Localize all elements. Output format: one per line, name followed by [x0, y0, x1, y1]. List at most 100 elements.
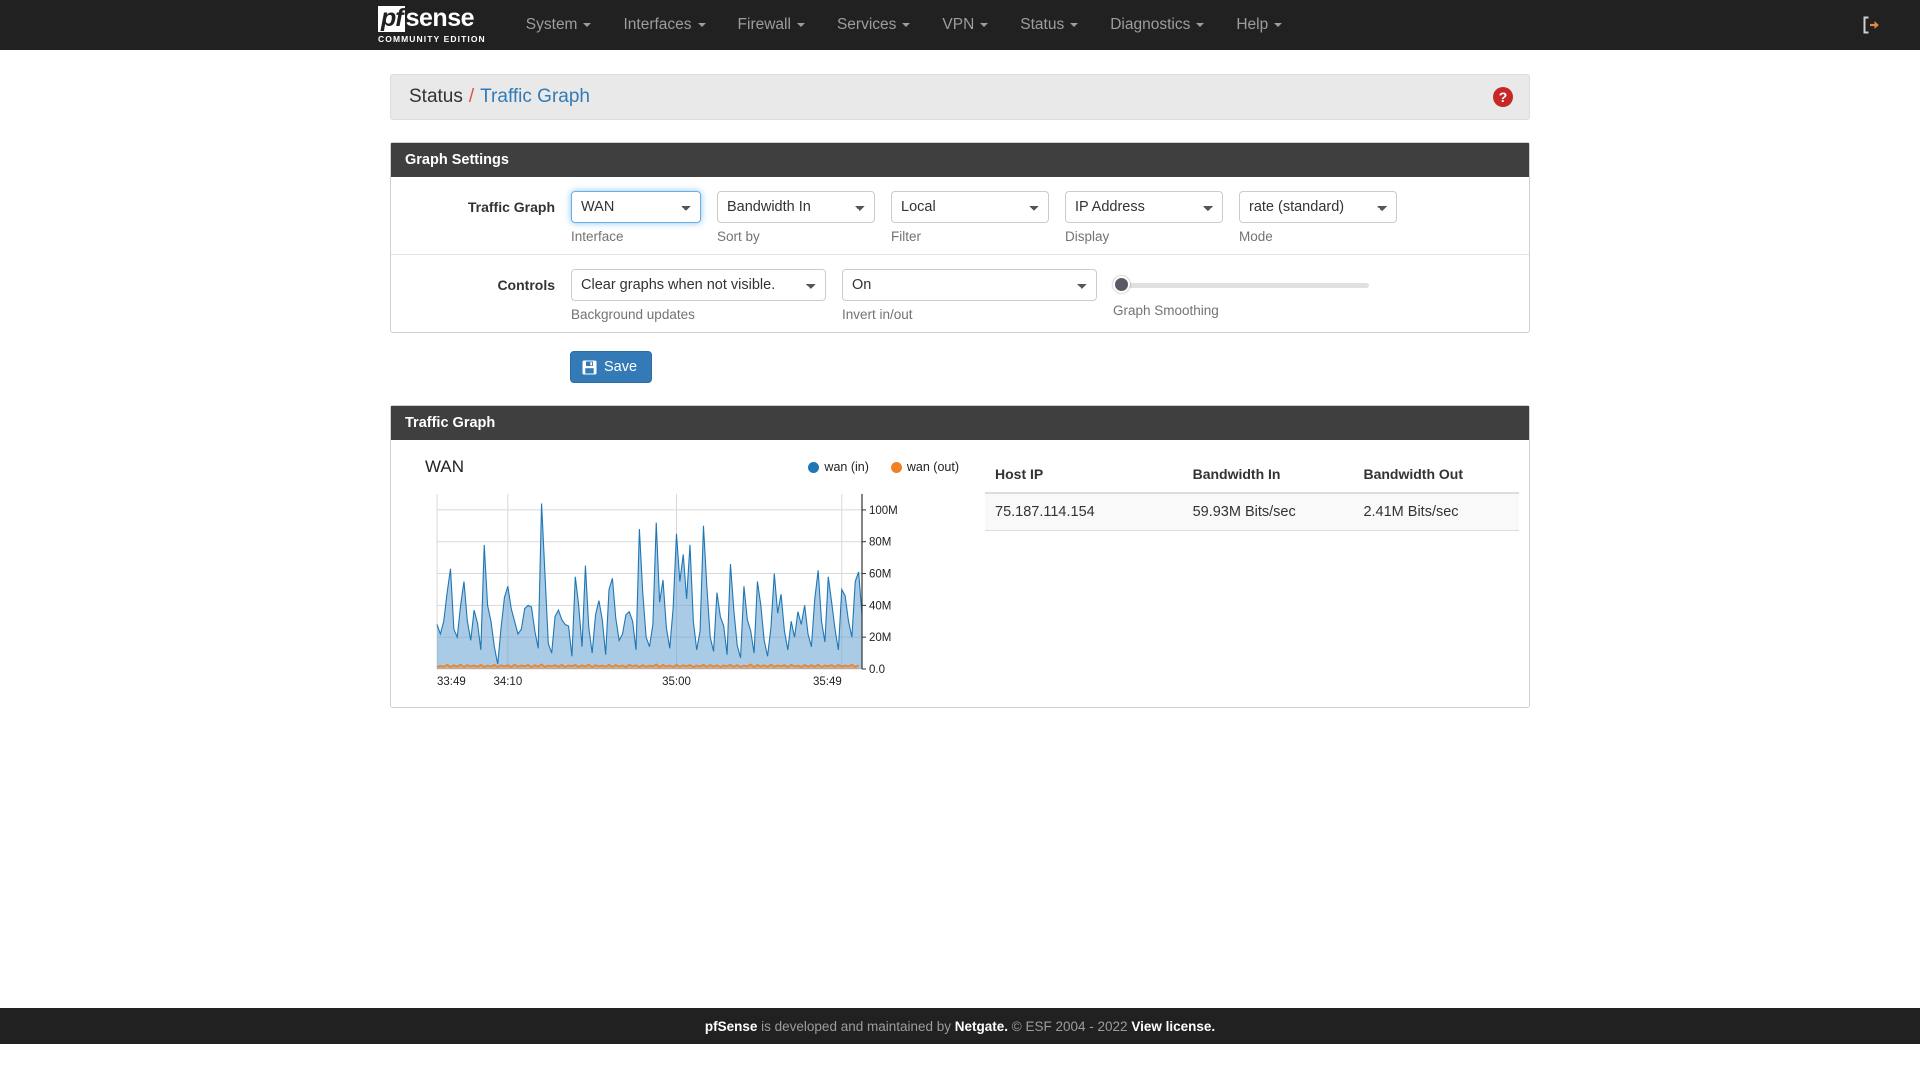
column-header-host-ip: Host IP	[985, 460, 1183, 494]
nav-label: Diagnostics	[1110, 16, 1191, 33]
graph-settings-heading: Graph Settings	[391, 143, 1529, 177]
nav-item-interfaces[interactable]: Interfaces	[607, 0, 721, 50]
nav-item-help[interactable]: Help	[1220, 0, 1298, 50]
traffic-graph-panel: Traffic Graph WAN wan (in) wan (out) 0.0…	[390, 405, 1530, 708]
svg-text:20M: 20M	[869, 632, 891, 644]
traffic-graph-heading: Traffic Graph	[391, 406, 1529, 440]
invert-in-out-help-label: Invert in/out	[842, 307, 913, 322]
breadcrumb-root: Status	[409, 86, 463, 107]
svg-text:35:49: 35:49	[813, 676, 842, 688]
table-header-row: Host IP Bandwidth In Bandwidth Out	[985, 460, 1519, 494]
nav-item-diagnostics[interactable]: Diagnostics	[1094, 0, 1220, 50]
traffic-graph-row-label: Traffic Graph	[467, 199, 555, 215]
sign-out-icon[interactable]	[1852, 14, 1890, 36]
filter-help-label: Filter	[891, 229, 921, 244]
pfsense-logo[interactable]: pf sense COMMUNITY EDITION	[378, 0, 486, 50]
svg-text:34:10: 34:10	[493, 676, 522, 688]
background-updates-help-label: Background updates	[571, 307, 695, 322]
breadcrumb-separator: /	[468, 86, 475, 107]
background-updates-select[interactable]: Clear graphs when not visible.	[571, 269, 826, 301]
interface-select[interactable]: WAN	[571, 191, 701, 223]
footer-copyright: © ESF 2004 - 2022	[1008, 1018, 1132, 1034]
host-table-container: Host IP Bandwidth In Bandwidth Out 75.18…	[965, 454, 1519, 691]
chart-legend: wan (in) wan (out)	[786, 460, 959, 474]
invert-in-out-select[interactable]: On	[842, 269, 1097, 301]
host-bandwidth-table: Host IP Bandwidth In Bandwidth Out 75.18…	[985, 460, 1519, 531]
background-updates-field: Clear graphs when not visible. Backgroun…	[571, 269, 826, 322]
nav-item-services[interactable]: Services	[821, 0, 926, 50]
svg-text:60M: 60M	[869, 569, 891, 581]
column-header-bandwidth-out: Bandwidth Out	[1353, 460, 1519, 494]
filter-field: Local Filter	[891, 191, 1049, 244]
controls-row-label: Controls	[497, 277, 555, 293]
legend-item-wan-out[interactable]: wan (out)	[890, 460, 959, 474]
invert-in-out-field: On Invert in/out	[842, 269, 1097, 322]
sort-by-select[interactable]: Bandwidth In	[717, 191, 875, 223]
chevron-down-icon	[1196, 23, 1205, 27]
breadcrumb-current: Traffic Graph	[480, 86, 590, 107]
footer-company: Netgate.	[954, 1018, 1009, 1034]
nav-label: Firewall	[737, 16, 791, 33]
slider-track-bar	[1113, 283, 1369, 288]
cell-bandwidth-in: 59.93M Bits/sec	[1182, 493, 1354, 531]
mode-select[interactable]: rate (standard)	[1239, 191, 1397, 223]
filter-select[interactable]: Local	[891, 191, 1049, 223]
nav-label: Services	[836, 16, 897, 33]
traffic-graph-settings-row: Traffic Graph WAN Interface Bandwidth In…	[391, 177, 1529, 255]
nav-label: Status	[1020, 16, 1065, 33]
controls-settings-row: Controls Clear graphs when not visible. …	[391, 255, 1529, 332]
svg-text:80M: 80M	[869, 537, 891, 549]
legend-color-swatch-out	[890, 461, 902, 473]
sort-by-help-label: Sort by	[717, 229, 760, 244]
chevron-down-icon	[902, 23, 911, 27]
nav-label: Interfaces	[623, 16, 692, 33]
save-button-label: Save	[604, 359, 638, 375]
legend-label-out: wan (out)	[906, 460, 959, 474]
sort-by-field: Bandwidth In Sort by	[717, 191, 875, 244]
graph-smoothing-field: Graph Smoothing	[1113, 269, 1369, 318]
brand-sense-text: sense	[405, 4, 475, 32]
footer-product: pfSense	[704, 1018, 758, 1034]
display-help-label: Display	[1065, 229, 1110, 244]
top-navbar: pf sense COMMUNITY EDITION System Interfa…	[0, 0, 1920, 50]
display-select[interactable]: IP Address	[1065, 191, 1223, 223]
nav-item-vpn[interactable]: VPN	[926, 0, 1004, 50]
legend-item-wan-in[interactable]: wan (in)	[808, 460, 869, 474]
footer-mid: is developed and maintained by	[757, 1018, 955, 1034]
chevron-down-icon	[1274, 23, 1283, 27]
graph-smoothing-slider[interactable]	[1113, 276, 1369, 294]
nav-item-system[interactable]: System	[510, 0, 608, 50]
footer-text: pfSense is developed and maintained by N…	[705, 1019, 1215, 1034]
nav-item-firewall[interactable]: Firewall	[722, 0, 821, 50]
page-content: Status / Traffic Graph ? Graph Settings …	[0, 50, 1920, 1044]
nav-item-status[interactable]: Status	[1004, 0, 1094, 50]
question-mark-icon[interactable]: ?	[1493, 87, 1513, 107]
svg-text:33:49: 33:49	[437, 676, 466, 688]
nav-label: Help	[1236, 16, 1269, 33]
chart-svg: 0.0 20M 40M 60M 80M 100M 33:49 34:10 35:00 35:49	[436, 494, 898, 688]
save-button[interactable]: Save	[570, 351, 653, 383]
chevron-down-icon	[1070, 23, 1079, 27]
table-row: 75.187.114.154 59.93M Bits/sec 2.41M Bits/…	[985, 493, 1519, 531]
cell-host-ip: 75.187.114.154	[985, 493, 1183, 531]
floppy-disk-icon	[582, 360, 597, 375]
brand-pf-text: pf	[378, 6, 405, 32]
breadcrumb: Status / Traffic Graph ?	[390, 74, 1530, 120]
nav-label: VPN	[942, 16, 975, 33]
mode-field: rate (standard) Mode	[1239, 191, 1397, 244]
traffic-chart: WAN wan (in) wan (out) 0.0 20M 40M 60M 8…	[405, 454, 965, 691]
legend-color-swatch-in	[808, 461, 820, 473]
legend-label-in: wan (in)	[824, 460, 869, 474]
page-footer: pfSense is developed and maintained by N…	[0, 1008, 1920, 1044]
column-header-bandwidth-in: Bandwidth In	[1182, 460, 1354, 494]
svg-text:100M: 100M	[869, 505, 898, 517]
interface-field: WAN Interface	[571, 191, 701, 244]
brand-edition-text: COMMUNITY EDITION	[378, 34, 486, 44]
chart-title: WAN	[425, 457, 465, 476]
footer-license-link[interactable]: View license.	[1131, 1019, 1215, 1034]
save-row: Save	[390, 351, 1530, 383]
display-field: IP Address Display	[1065, 191, 1223, 244]
graph-smoothing-help-label: Graph Smoothing	[1113, 303, 1219, 318]
graph-settings-panel: Graph Settings Traffic Graph WAN Interfa…	[390, 142, 1530, 333]
slider-handle[interactable]	[1113, 276, 1130, 293]
